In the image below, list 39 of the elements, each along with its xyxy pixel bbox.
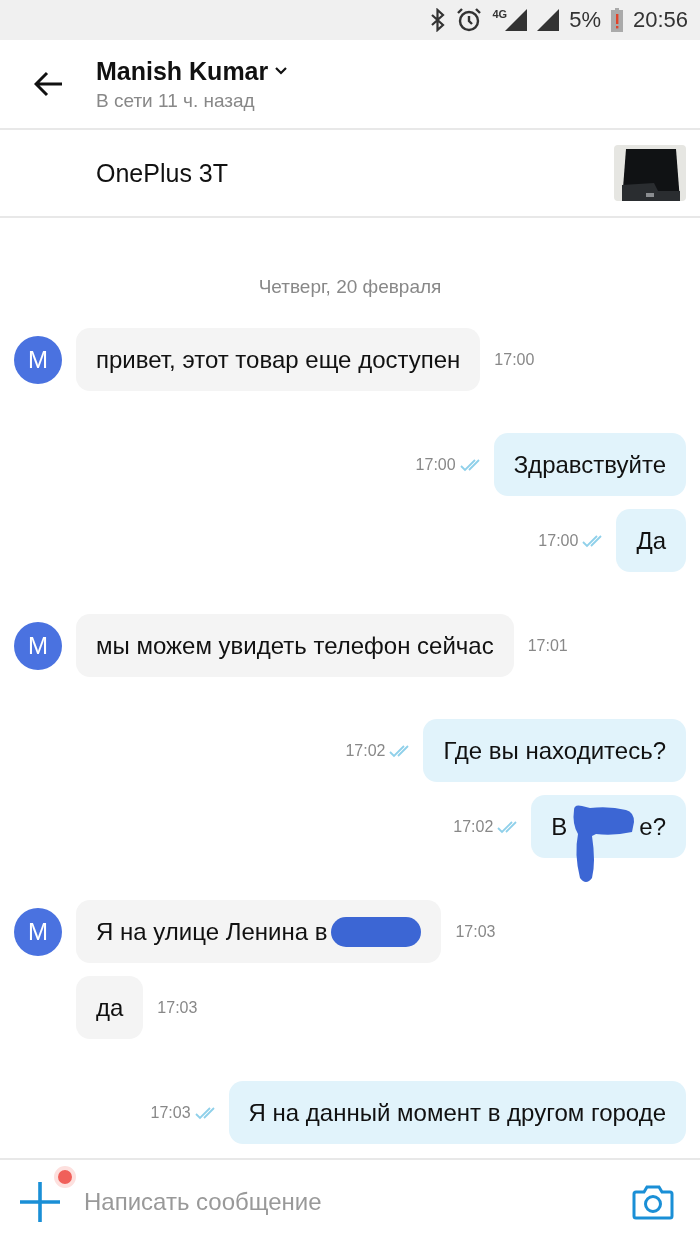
battery-percent: 5% (569, 7, 601, 33)
plus-icon[interactable] (18, 1180, 62, 1224)
message-text: Да (636, 526, 666, 555)
message-time: 17:03 (455, 922, 496, 941)
battery-low-icon (610, 8, 623, 32)
avatar: M (14, 335, 62, 384)
message-time: 17:00 (494, 350, 535, 369)
message-time: 17:03 (150, 1103, 191, 1122)
camera-icon[interactable] (632, 1184, 674, 1220)
listing-title[interactable]: OnePlus 3T (96, 158, 228, 188)
network-type: 4G (492, 8, 508, 20)
message-text: Здравствуйте (513, 450, 666, 479)
chevron-down-icon[interactable] (274, 66, 289, 76)
avatar: M (14, 621, 62, 670)
message-text: В (551, 812, 568, 841)
message-text: мы можем увидеть телефон сейчас (96, 631, 494, 660)
message-text: е? (639, 812, 666, 841)
message-time: 17:03 (157, 998, 198, 1017)
avatar: M (14, 907, 62, 956)
message-text: Я на данный момент в другом городе (248, 1098, 666, 1127)
last-seen-status: В сети 11 ч. назад (96, 89, 256, 112)
message-time: 17:01 (527, 636, 568, 655)
contact-name[interactable]: Manish Kumar (96, 56, 269, 86)
message-time: 17:00 (415, 455, 456, 474)
message-text: Где вы находитесь? (443, 736, 666, 765)
message-time: 17:00 (538, 531, 579, 550)
message-time: 17:02 (345, 741, 386, 760)
back-arrow-icon[interactable] (34, 71, 64, 97)
message-input[interactable]: Написать сообщение (82, 1187, 612, 1217)
message-text: привет, этот товар еще доступен (96, 345, 461, 374)
date-divider: Четверг, 20 февраля (258, 276, 442, 298)
signal-icon (537, 9, 560, 31)
message-time: 17:02 (453, 817, 494, 836)
alarm-icon (456, 7, 483, 33)
clock: 20:56 (632, 7, 688, 33)
message-text: Я на улице Ленина в (96, 917, 328, 946)
signal-icon (505, 9, 528, 31)
message-text: да (96, 993, 124, 1022)
bluetooth-icon (430, 8, 447, 32)
